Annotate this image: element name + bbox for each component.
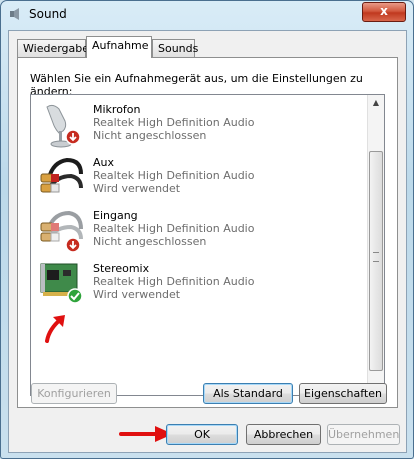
device-name: Stereomix (93, 262, 150, 275)
apply-button[interactable]: Übernehmen (327, 424, 400, 445)
device-name: Aux (93, 156, 115, 169)
tab-aufnahme[interactable]: Aufnahme (86, 36, 152, 58)
configure-button[interactable]: Konfigurieren (31, 383, 117, 404)
window-title: Sound (29, 7, 67, 21)
sound-card-icon (40, 263, 83, 304)
cancel-button[interactable]: Abbrechen (246, 424, 321, 445)
speaker-icon (10, 8, 19, 20)
scroll-up-icon[interactable]: ▲ (368, 95, 384, 111)
recording-panel: Wählen Sie ein Aufnahmegerät aus, um die… (17, 57, 398, 408)
device-driver: Realtek High Definition Audio (93, 275, 255, 288)
scroll-thumb[interactable] (369, 151, 383, 371)
device-name: Eingang (93, 209, 138, 222)
device-item-aux[interactable]: Aux Realtek High Definition Audio Wird v… (31, 152, 369, 204)
device-item-eingang[interactable]: Eingang Realtek High Definition Audio Ni… (31, 205, 369, 257)
set-default-button[interactable]: Als Standard (203, 383, 293, 404)
annotation-arrow-icon (45, 315, 65, 343)
cable-icon (40, 157, 83, 193)
close-button[interactable]: x (362, 2, 406, 22)
tab-wiedergabe[interactable]: Wiedergabe (17, 39, 89, 57)
device-driver: Realtek High Definition Audio (93, 116, 255, 129)
dialog-body: Wiedergabe Aufnahme Sounds Wählen Sie ei… (8, 30, 407, 453)
device-status: Nicht angeschlossen (93, 129, 207, 142)
device-item-mikrofon[interactable]: Mikrofon Realtek High Definition Audio N… (31, 99, 369, 151)
checkmark-icon (67, 288, 83, 304)
ok-button[interactable]: OK (166, 424, 238, 445)
recording-device-list[interactable]: Mikrofon Realtek High Definition Audio N… (30, 94, 385, 396)
device-driver: Realtek High Definition Audio (93, 169, 255, 182)
grip-icon (373, 252, 379, 262)
vertical-scrollbar[interactable]: ▲ ▼ (367, 95, 384, 395)
device-status: Wird verwendet (93, 182, 181, 195)
device-status: Wird verwendet (93, 288, 181, 301)
properties-button[interactable]: Eigenschaften (299, 383, 387, 404)
device-status: Nicht angeschlossen (93, 235, 207, 248)
title-bar[interactable]: Sound x (1, 1, 413, 29)
tab-sounds[interactable]: Sounds (152, 39, 198, 57)
device-item-stereomix[interactable]: Stereomix Realtek High Definition Audio … (31, 258, 369, 310)
device-name: Mikrofon (93, 103, 141, 116)
sound-dialog: Sound x Wiedergabe Aufnahme Sounds Wähle… (0, 0, 414, 459)
microphone-icon (46, 104, 81, 148)
device-driver: Realtek High Definition Audio (93, 222, 255, 235)
cable-icon (40, 210, 83, 253)
